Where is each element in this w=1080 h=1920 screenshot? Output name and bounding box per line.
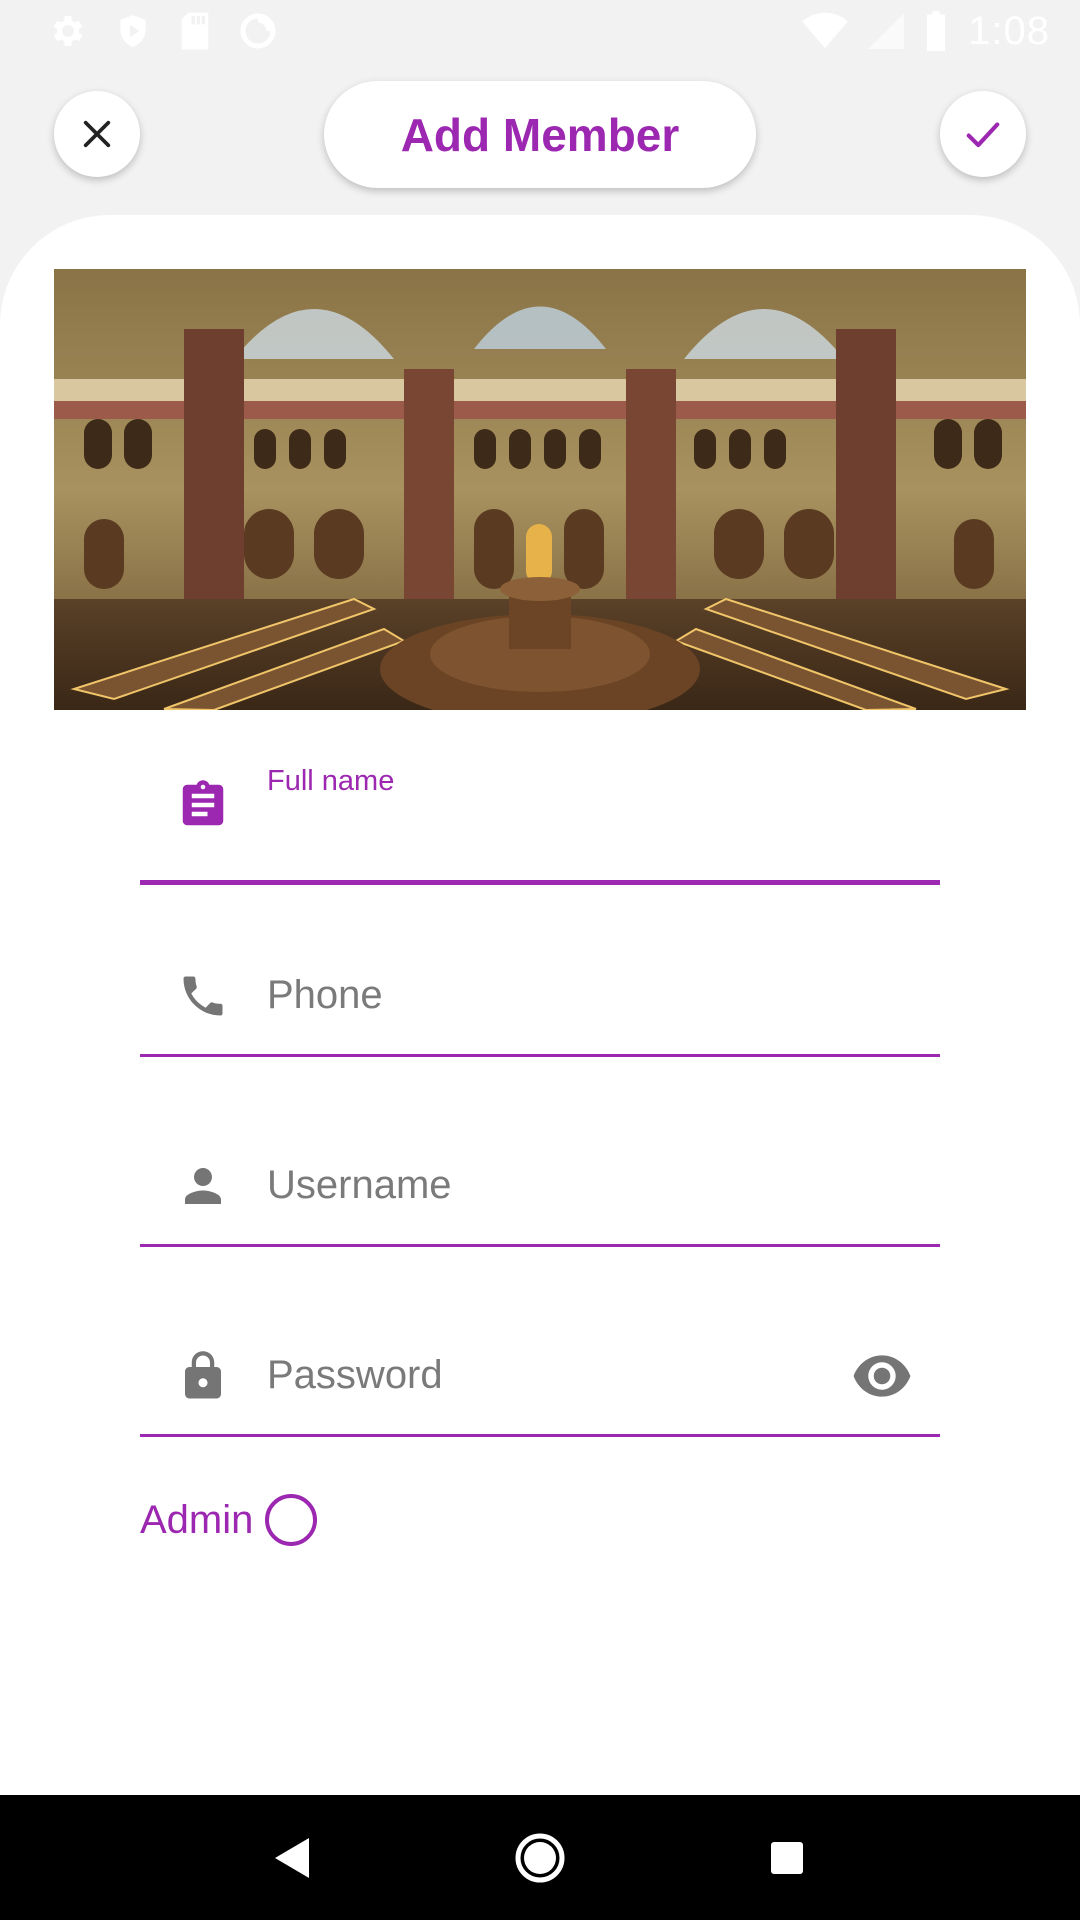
status-right-icons: 1:08 bbox=[782, 9, 1050, 54]
username-placeholder: Username bbox=[267, 1163, 452, 1207]
close-button[interactable] bbox=[54, 91, 140, 177]
screen: 1:08 Add Member Full name Phone Username… bbox=[0, 0, 1080, 1920]
page-title: Add Member bbox=[400, 108, 680, 161]
sync-icon bbox=[238, 11, 278, 51]
admin-toggle[interactable]: Admin bbox=[140, 1490, 318, 1550]
username-underline bbox=[140, 1244, 940, 1247]
phone-underline bbox=[140, 1054, 940, 1057]
password-placeholder: Password bbox=[267, 1353, 443, 1397]
status-clock: 1:08 bbox=[968, 8, 1050, 53]
confirm-button[interactable] bbox=[940, 91, 1026, 177]
lock-icon bbox=[176, 1349, 230, 1403]
close-icon bbox=[83, 120, 111, 148]
hero-image bbox=[54, 269, 1026, 710]
phone-icon bbox=[176, 969, 230, 1023]
phone-placeholder: Phone bbox=[267, 973, 383, 1017]
sd-card-icon bbox=[178, 11, 212, 51]
visibility-icon[interactable] bbox=[850, 1349, 914, 1403]
password-underline bbox=[140, 1434, 940, 1437]
settings-icon bbox=[48, 11, 88, 51]
clipboard-icon bbox=[176, 778, 230, 832]
battery-icon bbox=[924, 11, 948, 51]
signal-icon bbox=[868, 12, 905, 50]
wifi-icon bbox=[802, 12, 848, 50]
title-pill: Add Member bbox=[324, 81, 756, 188]
admin-label: Admin bbox=[140, 1497, 254, 1542]
navigation-bar bbox=[0, 1795, 1080, 1920]
phone-field[interactable]: Phone bbox=[140, 917, 940, 1057]
check-icon bbox=[966, 122, 1000, 148]
username-field[interactable]: Username bbox=[140, 1107, 940, 1247]
person-icon bbox=[176, 1159, 230, 1213]
full-name-label: Full name bbox=[267, 765, 395, 797]
password-field[interactable]: Password bbox=[140, 1297, 940, 1437]
home-icon[interactable] bbox=[500, 1818, 580, 1898]
full-name-field[interactable]: Full name bbox=[140, 745, 940, 885]
full-name-underline bbox=[140, 880, 940, 885]
full-name-input[interactable] bbox=[267, 811, 907, 861]
shield-icon bbox=[114, 11, 152, 51]
admin-radio-button[interactable] bbox=[265, 1494, 318, 1546]
back-icon[interactable] bbox=[253, 1818, 333, 1898]
status-left-icons bbox=[48, 11, 304, 51]
status-bar: 1:08 bbox=[0, 0, 1080, 62]
recents-icon[interactable] bbox=[747, 1818, 827, 1898]
